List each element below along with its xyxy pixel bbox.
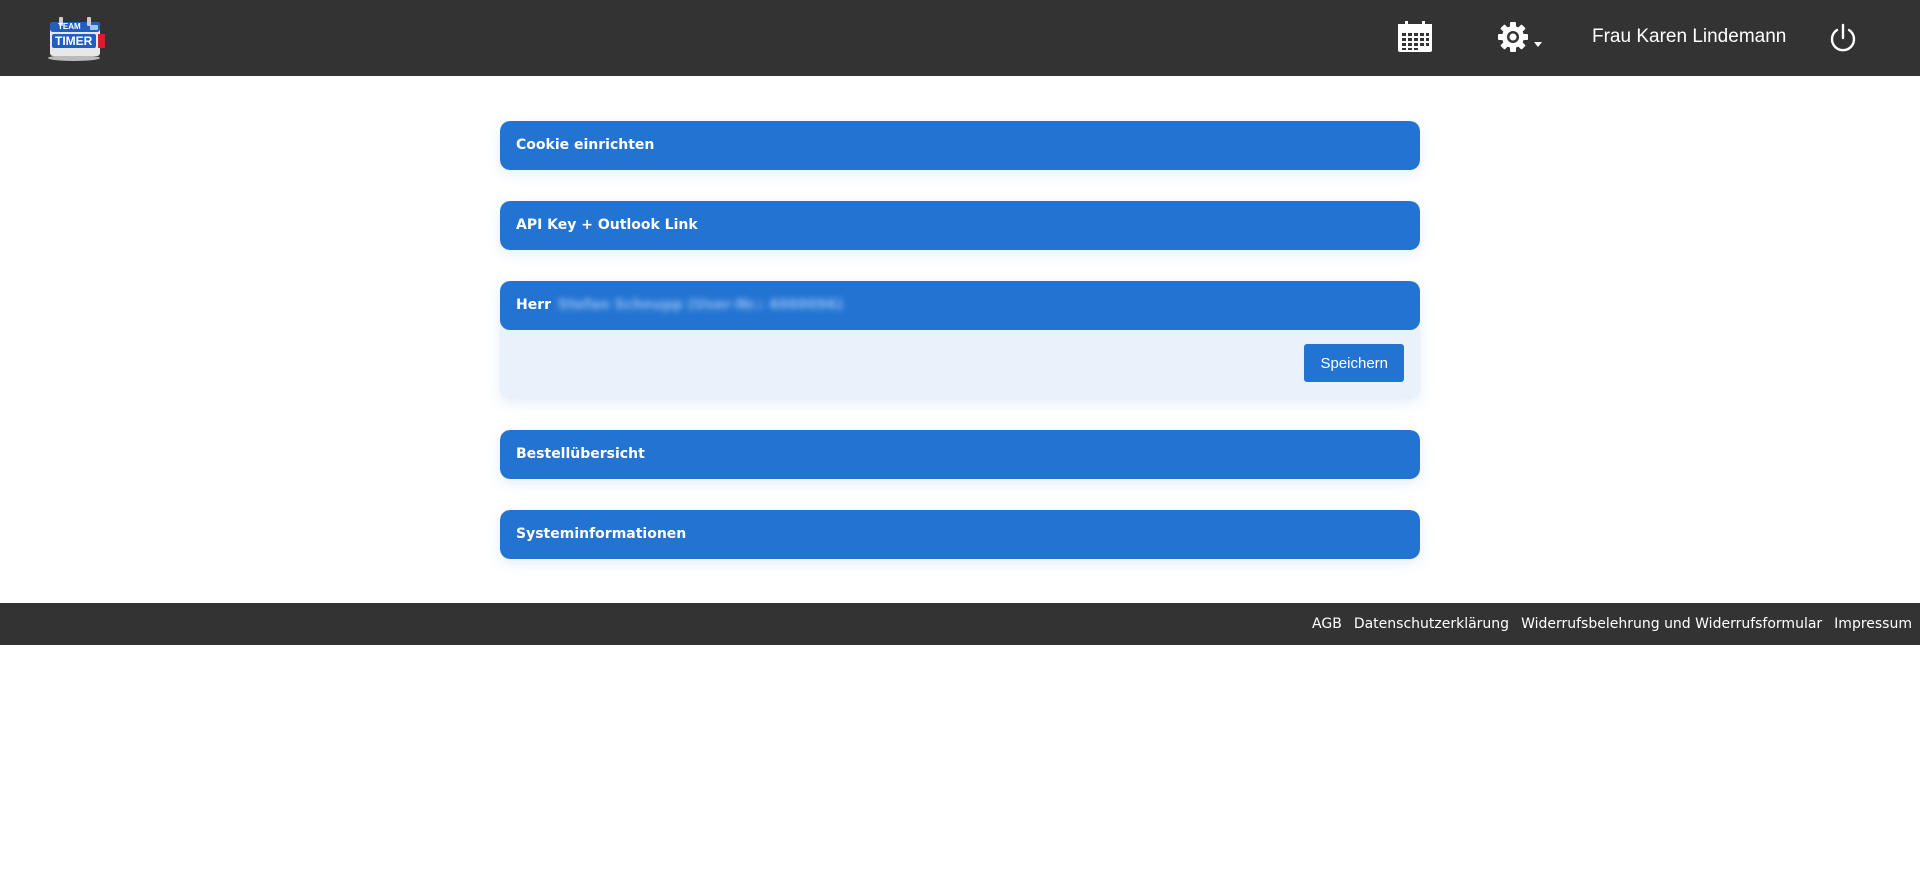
panel-header-user-title: Herr xyxy=(516,297,552,313)
settings-menu-button[interactable] xyxy=(1494,18,1546,56)
footer-link-withdrawal[interactable]: Widerrufsbelehrung und Widerrufsformular xyxy=(1521,616,1822,632)
settings-panels: Cookie einrichten API Key + Outlook Link… xyxy=(500,121,1420,590)
panel-header-user[interactable]: Herr Stefan Schnupp (User-Nr.: 4000096) xyxy=(500,281,1420,330)
logo-top-text: TEAM xyxy=(58,22,81,31)
user-details-blurred: Stefan Schnupp (User-Nr.: 4000096) xyxy=(557,297,844,313)
save-button[interactable]: Speichern xyxy=(1304,344,1404,382)
panel-header-api-key[interactable]: API Key + Outlook Link xyxy=(500,201,1420,250)
footer-link-privacy[interactable]: Datenschutzerklärung xyxy=(1354,616,1509,632)
team-timer-logo[interactable]: TEAM TIMER xyxy=(46,14,106,62)
calendar-icon[interactable] xyxy=(1396,18,1434,56)
footer-link-imprint[interactable]: Impressum xyxy=(1834,616,1912,632)
footer: AGB Datenschutzerklärung Widerrufsbelehr… xyxy=(0,603,1920,645)
panel-header-order-overview[interactable]: Bestellübersicht xyxy=(500,430,1420,479)
chevron-down-icon xyxy=(1532,35,1544,47)
footer-link-agb[interactable]: AGB xyxy=(1312,616,1342,632)
gear-icon xyxy=(1497,21,1529,53)
panel-header-system-info[interactable]: Systeminformationen xyxy=(500,510,1420,559)
logo-main-text: TIMER xyxy=(55,34,93,48)
panel-api-key: API Key + Outlook Link xyxy=(500,201,1420,250)
power-icon[interactable] xyxy=(1826,20,1860,58)
panel-user-account: Herr Stefan Schnupp (User-Nr.: 4000096) … xyxy=(500,281,1420,399)
top-navigation-bar: TEAM TIMER Frau Karen Lindemann xyxy=(0,0,1920,76)
panel-body-user: Speichern xyxy=(500,330,1420,399)
panel-header-cookie[interactable]: Cookie einrichten xyxy=(500,121,1420,170)
panel-order-overview: Bestellübersicht xyxy=(500,430,1420,479)
panel-system-info: Systeminformationen xyxy=(500,510,1420,559)
panel-cookie-settings: Cookie einrichten xyxy=(500,121,1420,170)
user-name[interactable]: Frau Karen Lindemann xyxy=(1592,24,1786,52)
